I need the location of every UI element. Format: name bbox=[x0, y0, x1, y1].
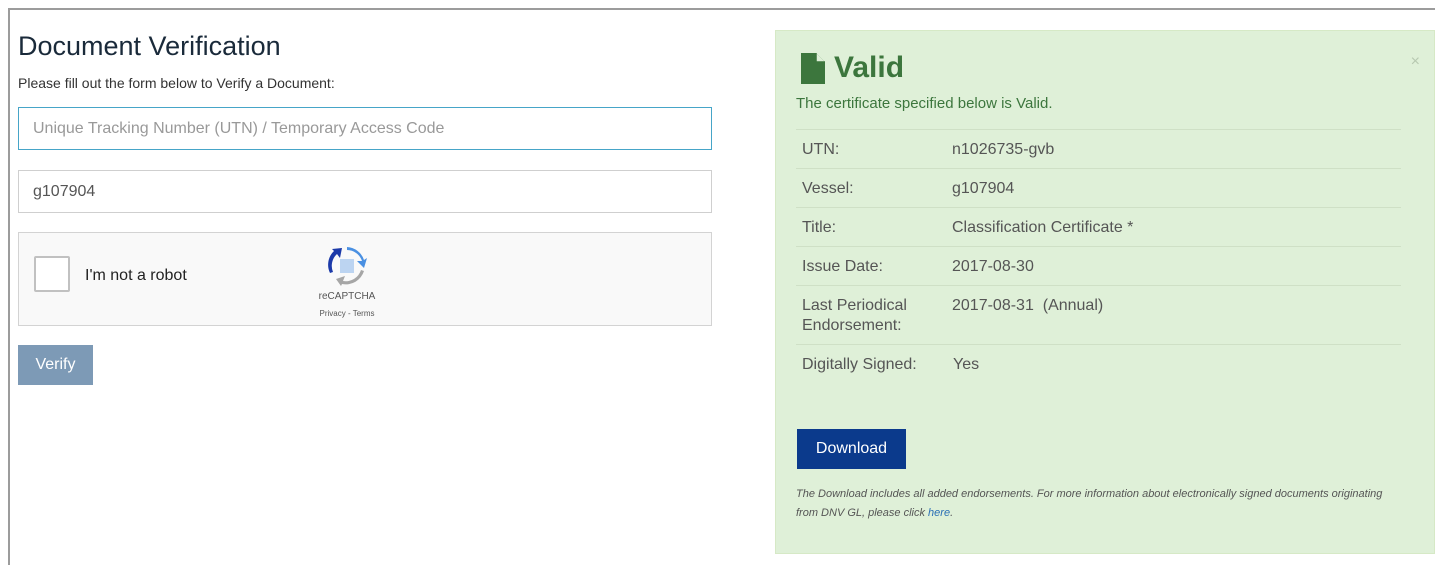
detail-value: 2017-08-31 (Annual) bbox=[952, 297, 1104, 314]
document-icon bbox=[801, 53, 825, 84]
detail-label: UTN: bbox=[802, 141, 840, 158]
detail-label: Digitally Signed: bbox=[802, 356, 917, 373]
close-icon[interactable]: × bbox=[1411, 53, 1420, 71]
detail-value: n1026735-gvb bbox=[952, 141, 1055, 158]
certificate-details: UTN: n1026735-gvb Vessel: g107904 Title:… bbox=[796, 129, 1401, 383]
download-button[interactable]: Download bbox=[797, 429, 906, 469]
verification-result-panel: × Valid The certificate specified below … bbox=[775, 30, 1435, 554]
utn-input[interactable] bbox=[18, 107, 712, 150]
detail-label: Vessel: bbox=[802, 180, 854, 197]
recaptcha-widget: I'm not a robot reCAPTCHA Privacy - Term… bbox=[18, 232, 712, 326]
detail-label: Title: bbox=[802, 219, 837, 236]
detail-label: Issue Date: bbox=[802, 258, 883, 275]
page-title: Document Verification bbox=[18, 31, 281, 61]
verify-button[interactable]: Verify bbox=[18, 345, 93, 385]
footnote-text: The Download includes all added endorsem… bbox=[796, 488, 1383, 519]
detail-value: g107904 bbox=[952, 180, 1015, 197]
vessel-input[interactable] bbox=[18, 170, 712, 213]
detail-row-vessel: Vessel: g107904 bbox=[796, 168, 1401, 207]
recaptcha-links[interactable]: Privacy - Terms bbox=[299, 309, 395, 318]
detail-row-utn: UTN: n1026735-gvb bbox=[796, 129, 1401, 168]
detail-row-title: Title: Classification Certificate * bbox=[796, 207, 1401, 246]
form-instructions: Please fill out the form below to Verify… bbox=[18, 75, 335, 91]
recaptcha-label: I'm not a robot bbox=[85, 267, 187, 284]
detail-value: Yes bbox=[953, 356, 980, 373]
footnote-end: . bbox=[950, 507, 954, 519]
recaptcha-checkbox[interactable] bbox=[34, 256, 70, 292]
detail-value: Classification Certificate * bbox=[952, 219, 1134, 236]
status-message: The certificate specified below is Valid… bbox=[796, 95, 1053, 112]
detail-value: 2017-08-30 bbox=[952, 258, 1034, 275]
detail-row-endorsement: Last Periodical Endorsement: 2017-08-31 … bbox=[796, 285, 1401, 344]
detail-label: Last Periodical Endorsement: bbox=[802, 297, 907, 334]
detail-row-issue-date: Issue Date: 2017-08-30 bbox=[796, 246, 1401, 285]
recaptcha-brand: reCAPTCHA bbox=[318, 291, 376, 302]
download-footnote: The Download includes all added endorsem… bbox=[796, 485, 1406, 523]
status-title: Valid bbox=[834, 51, 905, 84]
detail-row-digitally-signed: Digitally Signed: Yes bbox=[796, 344, 1401, 383]
here-link[interactable]: here bbox=[928, 507, 950, 519]
recaptcha-logo-icon bbox=[328, 247, 367, 286]
